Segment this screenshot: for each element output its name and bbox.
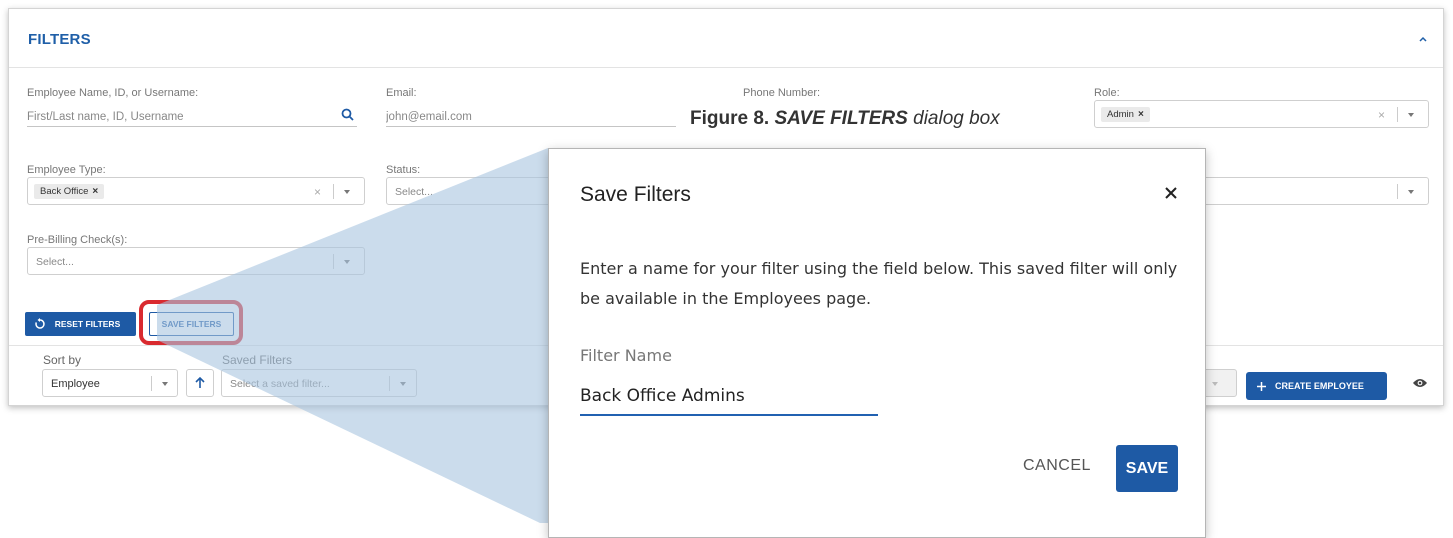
pre-billing-select[interactable]: Select...: [27, 247, 365, 275]
figure-number: Figure 8.: [690, 108, 770, 129]
pre-billing-placeholder: Select...: [36, 256, 74, 268]
employee-type-select[interactable]: Back Office × ×: [27, 177, 365, 205]
role-select[interactable]: Admin × ×: [1094, 100, 1429, 128]
filters-title: FILTERS: [28, 31, 91, 48]
highlight-ring: [139, 300, 243, 345]
filter-select[interactable]: [1189, 177, 1429, 205]
saved-filters-field: Saved Filters: [222, 353, 292, 367]
role-field: Role: Admin × ×: [1094, 87, 1429, 132]
reset-filters-label: RESET FILTERS: [54, 319, 121, 329]
employee-type-field: Employee Type: Back Office × ×: [27, 164, 365, 209]
figure-title: SAVE FILTERS: [774, 108, 908, 129]
sort-by-select[interactable]: Employee: [42, 369, 178, 397]
employee-type-chip[interactable]: Back Office ×: [34, 184, 105, 199]
chip-remove-icon[interactable]: ×: [92, 186, 98, 197]
employee-type-chip-label: Back Office: [40, 186, 89, 197]
dropdown-arrow-icon[interactable]: [1408, 190, 1414, 194]
chevron-up-icon[interactable]: [1417, 35, 1429, 43]
select-divider: [151, 376, 152, 391]
phone-label: Phone Number:: [743, 87, 821, 99]
filter-name-input[interactable]: [580, 378, 878, 416]
arrow-up-icon: [195, 376, 205, 388]
create-employee-label: CREATE EMPLOYEE: [1275, 381, 1364, 391]
email-label: Email:: [386, 87, 417, 99]
select-divider: [1397, 184, 1398, 199]
figure-description: dialog box: [913, 108, 1000, 129]
reset-filters-button[interactable]: RESET FILTERS: [25, 312, 136, 336]
role-label: Role:: [1094, 87, 1120, 99]
filters-header[interactable]: FILTERS: [9, 9, 1443, 68]
saved-filters-placeholder: Select a saved filter...: [230, 378, 330, 390]
chip-remove-icon[interactable]: ×: [1138, 109, 1144, 120]
reset-icon: [35, 318, 45, 329]
employee-search-label: Employee Name, ID, or Username:: [27, 87, 199, 99]
select-divider: [333, 184, 334, 199]
role-chip-label: Admin: [1107, 109, 1134, 120]
cancel-button[interactable]: CANCEL: [1023, 457, 1091, 475]
employee-search-field: Employee Name, ID, or Username:: [27, 87, 357, 127]
pre-billing-field: Pre-Billing Check(s): Select...: [27, 234, 365, 279]
status-placeholder: Select...: [395, 186, 433, 198]
clear-icon[interactable]: ×: [314, 185, 321, 199]
dialog-message: Enter a name for your filter using the f…: [580, 259, 1178, 308]
role-chip[interactable]: Admin ×: [1101, 107, 1150, 122]
search-icon[interactable]: [341, 108, 354, 121]
clear-icon[interactable]: ×: [1378, 108, 1385, 122]
select-divider: [333, 254, 334, 269]
plus-icon: [1257, 382, 1266, 391]
employee-search-input[interactable]: [27, 108, 357, 127]
email-field: Email:: [386, 87, 676, 127]
dialog-title: Save Filters: [580, 183, 691, 206]
dropdown-arrow-icon[interactable]: [1212, 382, 1218, 386]
dropdown-arrow-icon[interactable]: [344, 190, 350, 194]
select-divider: [389, 376, 390, 391]
saved-filters-label: Saved Filters: [222, 353, 293, 367]
close-icon[interactable]: [1160, 182, 1182, 204]
dropdown-arrow-icon[interactable]: [1408, 113, 1414, 117]
employee-type-label: Employee Type:: [27, 164, 106, 176]
saved-filters-select[interactable]: Select a saved filter...: [221, 369, 417, 397]
sort-by-label: Sort by: [43, 353, 82, 367]
filter-name-label: Filter Name: [580, 346, 672, 365]
dropdown-arrow-icon[interactable]: [400, 382, 406, 386]
dropdown-arrow-icon[interactable]: [162, 382, 168, 386]
phone-field: Phone Number:: [743, 87, 820, 99]
email-input[interactable]: [386, 108, 676, 127]
create-employee-button[interactable]: CREATE EMPLOYEE: [1246, 372, 1387, 400]
select-divider: [1397, 107, 1398, 122]
pre-billing-label: Pre-Billing Check(s):: [27, 234, 128, 246]
save-button[interactable]: SAVE: [1116, 445, 1178, 492]
sort-by-value: Employee: [51, 378, 100, 390]
save-filters-dialog: Save Filters Enter a name for your filte…: [548, 148, 1206, 538]
dropdown-arrow-icon[interactable]: [344, 260, 350, 264]
figure-caption: Figure 8. SAVE FILTERS dialog box: [690, 108, 1000, 130]
sort-direction-button[interactable]: [186, 369, 214, 397]
sort-by-field: Sort by: [43, 353, 81, 367]
eye-icon[interactable]: [1412, 377, 1428, 389]
